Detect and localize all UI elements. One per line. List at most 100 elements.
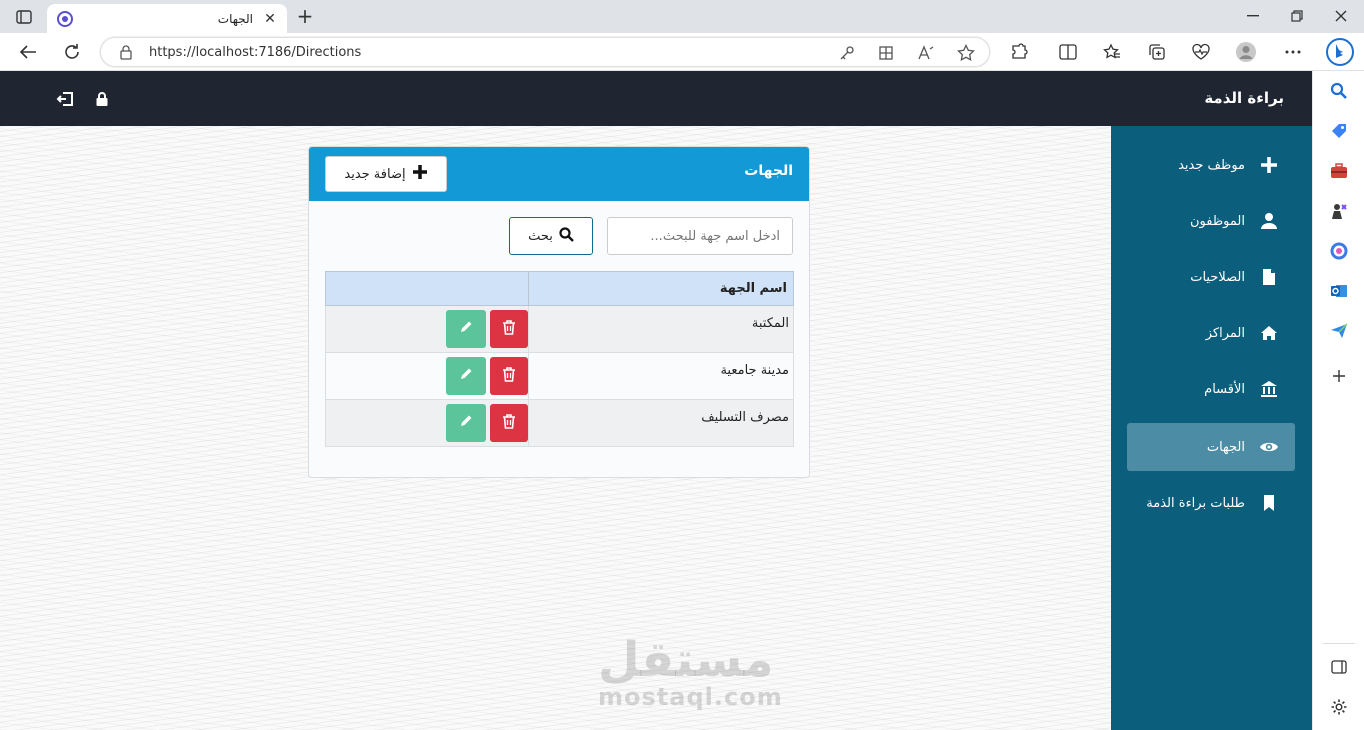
app-header — [0, 71, 1111, 126]
edit-button[interactable] — [446, 357, 486, 395]
key-icon[interactable] — [837, 43, 857, 63]
edit-button[interactable] — [446, 310, 486, 348]
microsoft365-icon[interactable] — [1329, 241, 1349, 261]
search-input[interactable] — [607, 217, 793, 255]
actions-cell — [325, 305, 529, 353]
sidebar-item-label: موظف جديد — [1178, 157, 1245, 173]
sidebar-item-directions[interactable]: الجهات — [1127, 423, 1295, 471]
close-window-icon[interactable] — [1331, 6, 1351, 26]
bank-icon — [1259, 379, 1279, 399]
shopping-tag-icon[interactable] — [1329, 121, 1349, 141]
favorite-star-icon[interactable] — [956, 43, 976, 63]
actions-cell — [325, 399, 529, 447]
search-button[interactable]: بحث — [509, 217, 593, 255]
sidebar-item-label: الموظفون — [1190, 213, 1245, 229]
sidebar-item-label: الجهات — [1206, 439, 1245, 455]
content-area: الجهات إضافة جديد بحث اسم الجهة — [0, 126, 1111, 730]
lock-icon[interactable] — [119, 44, 133, 64]
direction-name-cell: المكتبة — [528, 305, 794, 353]
app-brand[interactable]: براءة الذمة — [1111, 71, 1312, 126]
bookmark-icon — [1259, 493, 1279, 513]
more-menu-icon[interactable] — [1280, 39, 1306, 65]
tab-actions-icon[interactable] — [10, 6, 38, 28]
column-header-name: اسم الجهة — [528, 271, 794, 306]
table-row: المكتبة — [325, 305, 794, 353]
new-tab-button[interactable]: + — [294, 6, 316, 28]
delete-button[interactable] — [490, 310, 528, 348]
delete-button[interactable] — [490, 404, 528, 442]
back-icon[interactable] — [15, 39, 41, 65]
drop-send-icon[interactable] — [1329, 321, 1349, 341]
address-bar[interactable]: https://localhost:7186/Directions — [100, 37, 990, 67]
search-row: بحث — [309, 217, 809, 257]
card-header: الجهات إضافة جديد — [309, 147, 809, 201]
sidebar-item-label: الصلاحيات — [1190, 269, 1245, 285]
mostaql-watermark: مستقل mostaql.com — [598, 636, 783, 711]
edge-side-panel — [1312, 71, 1364, 730]
plus-icon — [1259, 155, 1279, 175]
column-header-actions — [325, 271, 529, 306]
browser-toolbar: https://localhost:7186/Directions — [0, 33, 1364, 71]
apps-icon[interactable] — [876, 43, 896, 63]
minimize-icon[interactable] — [1243, 6, 1263, 26]
search-icon[interactable] — [1329, 81, 1349, 101]
trash-icon — [502, 319, 516, 339]
search-icon — [559, 226, 574, 246]
file-icon — [1259, 267, 1279, 287]
table-row: مصرف التسليف — [325, 399, 794, 447]
sidebar-item-clearance-requests[interactable]: طلبات براءة الذمة — [1127, 479, 1295, 527]
collections-icon[interactable] — [1144, 39, 1170, 65]
table-row: مدينة جامعية — [325, 352, 794, 400]
logout-icon[interactable] — [56, 90, 74, 108]
sidebar-item-label: طلبات براءة الذمة — [1146, 495, 1245, 511]
restore-icon[interactable] — [1287, 6, 1307, 26]
direction-name-cell: مصرف التسليف — [528, 399, 794, 447]
games-icon[interactable] — [1329, 201, 1349, 221]
directions-table: اسم الجهة المكتبة مدينة جامعية مصرف التس… — [325, 271, 794, 447]
direction-name-cell: مدينة جامعية — [528, 352, 794, 400]
search-label: بحث — [528, 228, 553, 244]
user-icon — [1259, 211, 1279, 231]
lock-icon[interactable] — [93, 90, 111, 108]
sidebar-item-permissions[interactable]: الصلاحيات — [1127, 253, 1295, 301]
profile-avatar[interactable] — [1233, 39, 1259, 65]
extensions-icon[interactable] — [1006, 39, 1032, 65]
eye-icon — [1259, 437, 1279, 457]
actions-cell — [325, 352, 529, 400]
sidebar-item-label: الأقسام — [1204, 381, 1245, 397]
sidebar-item-departments[interactable]: الأقسام — [1127, 365, 1295, 413]
pencil-icon — [459, 367, 473, 385]
delete-button[interactable] — [490, 357, 528, 395]
edit-button[interactable] — [446, 404, 486, 442]
tools-briefcase-icon[interactable] — [1329, 161, 1349, 181]
split-screen-icon[interactable] — [1055, 39, 1081, 65]
plus-icon — [412, 164, 428, 184]
sidebar-item-label: المراكز — [1205, 325, 1245, 341]
watermark-latin: mostaql.com — [598, 683, 783, 711]
sidebar-item-centers[interactable]: المراكز — [1127, 309, 1295, 357]
browser-tab[interactable]: الجهات ✕ — [47, 4, 287, 33]
gear-icon[interactable] — [1329, 697, 1349, 717]
url-text[interactable]: https://localhost:7186/Directions — [149, 45, 361, 60]
tab-title: الجهات — [217, 11, 253, 26]
hide-sidebar-icon[interactable] — [1329, 657, 1349, 677]
home-icon — [1259, 323, 1279, 343]
favorites-icon[interactable] — [1099, 39, 1125, 65]
sidebar: براءة الذمة موظف جديد الموظفون الصلاحيات… — [1111, 71, 1312, 730]
table-header-row: اسم الجهة — [325, 271, 794, 306]
trash-icon — [502, 413, 516, 433]
add-icon[interactable] — [1329, 366, 1349, 386]
sidebar-item-new-employee[interactable]: موظف جديد — [1127, 141, 1295, 189]
panel-divider — [1323, 643, 1355, 644]
sidebar-item-employees[interactable]: الموظفون — [1127, 197, 1295, 245]
tab-close-icon[interactable]: ✕ — [263, 11, 277, 27]
read-aloud-icon[interactable] — [916, 43, 936, 63]
add-new-label: إضافة جديد — [344, 166, 406, 182]
outlook-icon[interactable] — [1329, 281, 1349, 301]
trash-icon — [502, 366, 516, 386]
refresh-icon[interactable] — [59, 39, 85, 65]
performance-heart-icon[interactable] — [1188, 39, 1214, 65]
add-new-button[interactable]: إضافة جديد — [325, 156, 447, 192]
page-title: الجهات — [744, 163, 793, 179]
bing-copilot-icon[interactable] — [1324, 36, 1356, 68]
